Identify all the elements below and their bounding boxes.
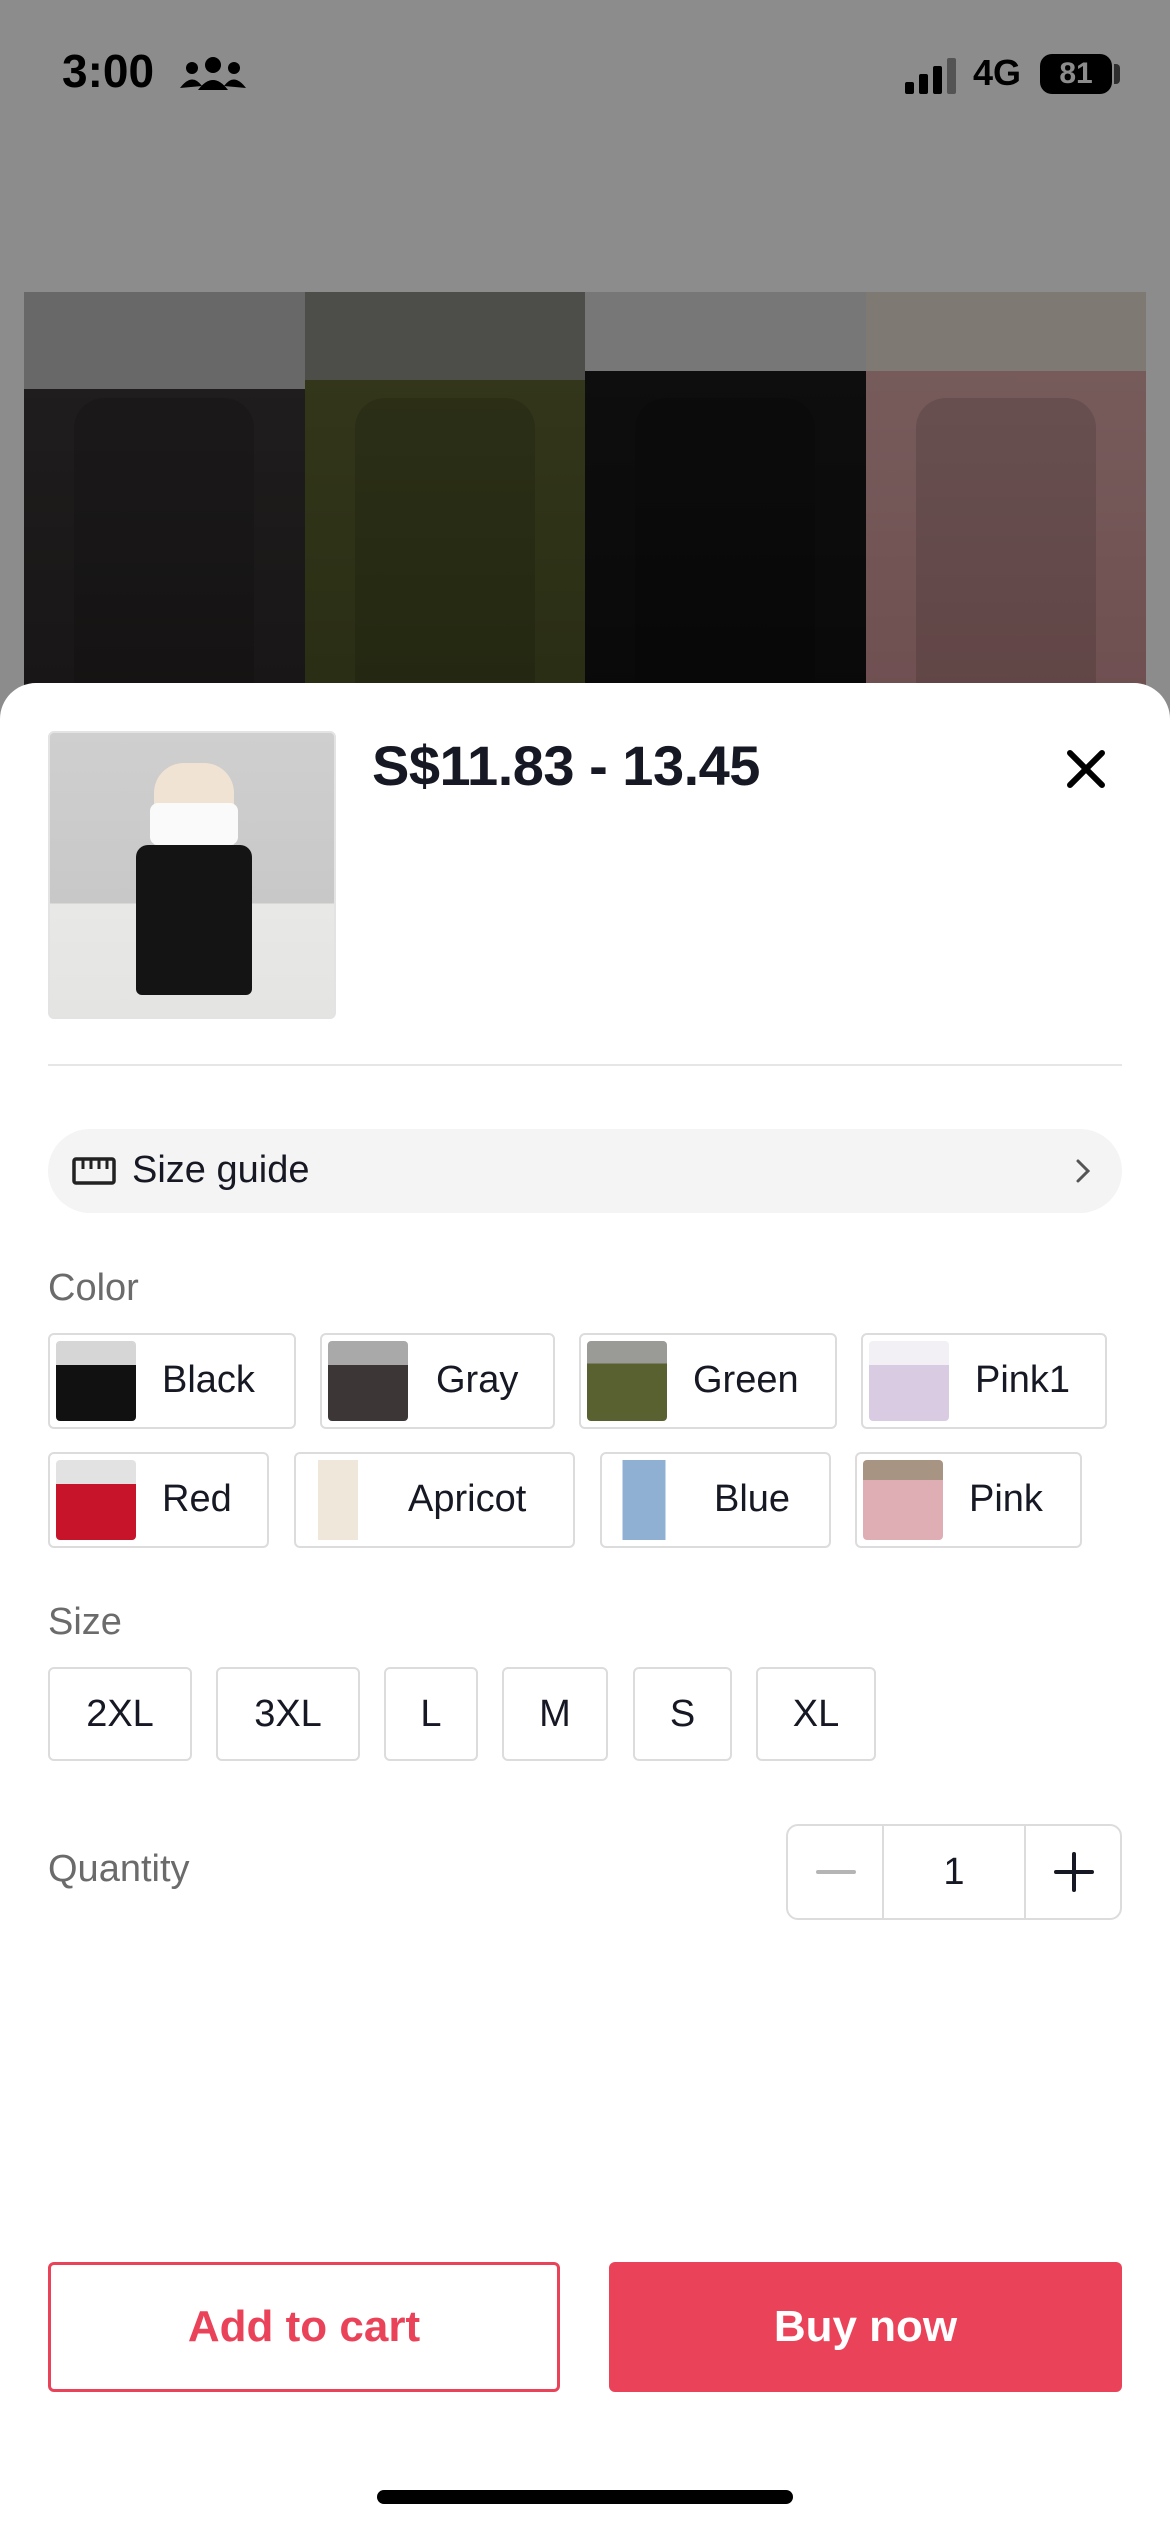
size-option-2xl[interactable]: 2XL [48,1667,192,1761]
color-option-pink[interactable]: Pink [855,1452,1082,1548]
size-option-l[interactable]: L [384,1667,478,1761]
plus-icon [1054,1852,1094,1892]
color-option-label: Blue [714,1478,791,1520]
size-option-3xl[interactable]: 3XL [216,1667,360,1761]
color-option-apricot[interactable]: Apricot [294,1452,575,1548]
size-guide-label: Size guide [132,1149,310,1191]
swatch-pink1 [869,1341,949,1421]
color-label: Color [48,1267,139,1309]
size-option-s[interactable]: S [633,1667,732,1761]
minus-icon [816,1870,856,1874]
size-guide-button[interactable]: Size guide [48,1129,1122,1213]
dim-overlay[interactable] [0,0,1170,720]
sku-selector-sheet: S$11.83 - 13.45 Size guide Color Black G… [0,683,1170,2532]
color-option-label: Gray [436,1359,519,1401]
close-icon[interactable] [1060,743,1112,795]
color-option-red[interactable]: Red [48,1452,269,1548]
price-range: S$11.83 - 13.45 [372,734,760,797]
increment-button[interactable] [1024,1826,1120,1918]
swatch-blue [608,1460,688,1540]
home-indicator[interactable] [377,2490,793,2504]
color-option-gray[interactable]: Gray [320,1333,555,1429]
color-option-black[interactable]: Black [48,1333,296,1429]
color-option-pink1[interactable]: Pink1 [861,1333,1107,1429]
swatch-pink [863,1460,943,1540]
decrement-button[interactable] [788,1826,884,1918]
product-thumbnail [48,731,336,1019]
divider [48,1064,1122,1066]
color-option-label: Green [693,1359,799,1401]
swatch-apricot [302,1460,382,1540]
swatch-gray [328,1341,408,1421]
color-option-label: Red [162,1478,232,1520]
quantity-stepper: 1 [786,1824,1122,1920]
color-option-label: Pink [969,1478,1043,1520]
color-option-label: Apricot [408,1478,527,1520]
color-option-blue[interactable]: Blue [600,1452,831,1548]
size-label: Size [48,1601,122,1643]
add-to-cart-button[interactable]: Add to cart [48,2262,560,2392]
buy-now-button[interactable]: Buy now [609,2262,1122,2392]
quantity-value[interactable]: 1 [884,1826,1024,1918]
color-option-label: Black [162,1359,255,1401]
size-option-xl[interactable]: XL [756,1667,876,1761]
quantity-label: Quantity [48,1848,190,1890]
swatch-black [56,1341,136,1421]
ruler-icon [72,1157,116,1185]
swatch-red [56,1460,136,1540]
color-option-green[interactable]: Green [579,1333,837,1429]
color-option-label: Pink1 [975,1359,1071,1401]
size-option-m[interactable]: M [502,1667,608,1761]
chevron-right-icon [1076,1159,1091,1183]
swatch-green [587,1341,667,1421]
